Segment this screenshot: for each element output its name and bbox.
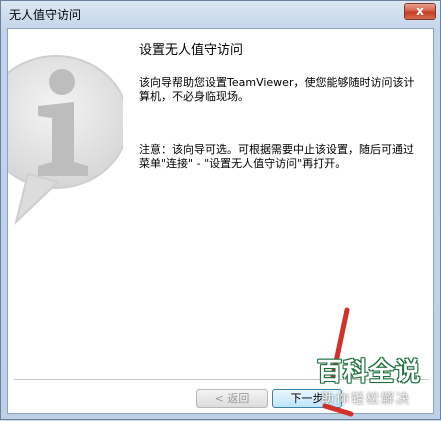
close-icon: x (416, 4, 424, 18)
page-heading: 设置无人值守访问 (139, 43, 244, 58)
title-bar[interactable]: 无人值守访问 x (1, 1, 440, 28)
close-button[interactable]: x (404, 3, 436, 20)
back-button[interactable]: < 返回 (196, 389, 268, 408)
wizard-window: 无人值守访问 x 设置无人值守访问 该向导帮助您设置TeamViewer，使您能… (0, 0, 441, 420)
watermark-title: 百科全说 (317, 357, 422, 386)
intro-text: 该向导帮助您设置TeamViewer，使您能够随时访问该计算机，不必身临现场。 (139, 76, 415, 103)
info-icon (8, 55, 123, 226)
watermark-subtitle: 助你轻松解决 (321, 392, 412, 407)
watermark-logo: 百科全说 助你轻松解决 (305, 346, 436, 416)
window-title: 无人值守访问 (9, 8, 82, 22)
note-text: 注意：该向导可选。可根据需要中止该设置，随后可通过菜单"连接" - "设置无人值… (139, 143, 414, 170)
